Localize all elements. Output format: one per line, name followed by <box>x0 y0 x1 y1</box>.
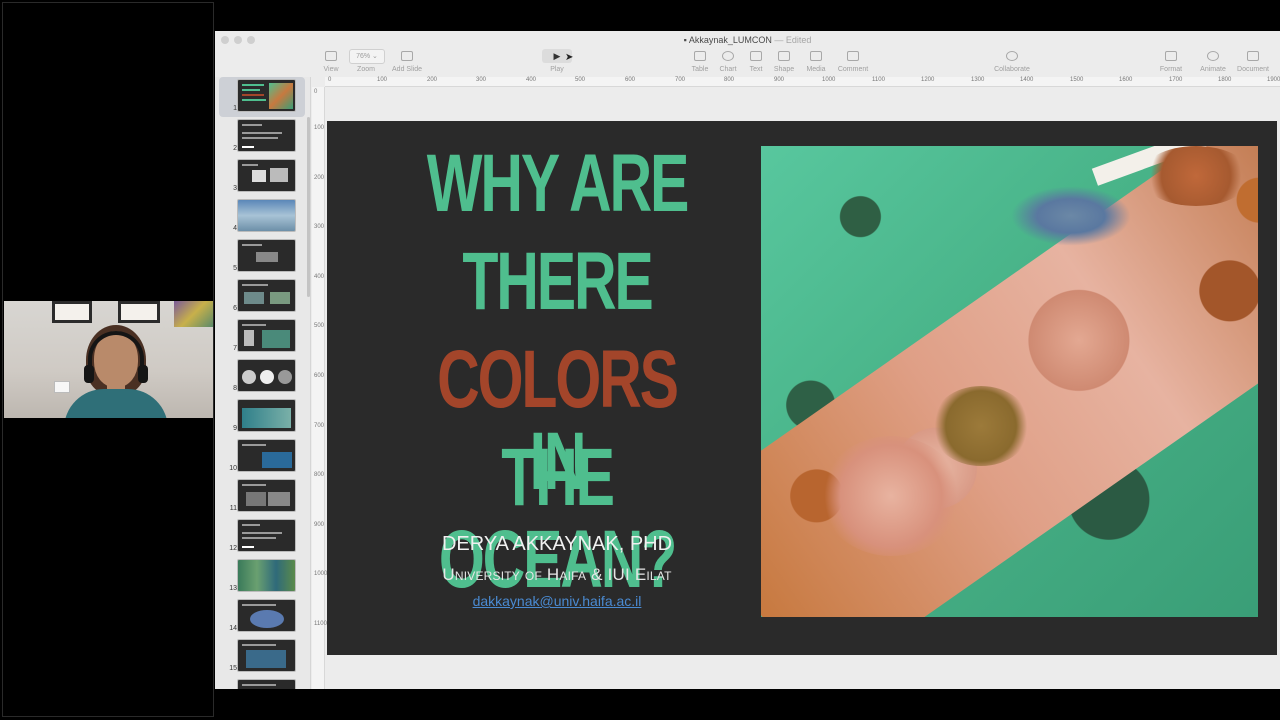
collaborate-icon <box>1006 51 1018 61</box>
slide-navigator[interactable]: 1 2 3 4 5 6 7 8 9 10 11 12 13 14 15 <box>215 77 311 689</box>
wall-frame-certificate <box>118 301 160 323</box>
document-icon <box>1247 51 1259 61</box>
window-titlebar: ▪ Akkaynak_LUMCON — Edited <box>683 35 812 45</box>
brain-coral <box>931 386 1031 466</box>
wall-outlet <box>54 381 70 393</box>
slide-title-line-2[interactable]: THERE <box>417 241 698 323</box>
speaker-name[interactable]: DERYA AKKAYNAK, PHD <box>362 533 752 556</box>
webcam-feed <box>4 301 213 418</box>
headset-earcup-left <box>84 365 94 383</box>
media-icon <box>810 51 822 61</box>
slide-canvas[interactable]: WHY ARE THERE COLORS IN THE OCEAN? DERYA… <box>327 121 1277 655</box>
slide-thumbnail-row[interactable]: 9 <box>215 397 310 437</box>
table-icon <box>694 51 706 61</box>
slide-thumbnail-row[interactable]: 13 <box>215 557 310 597</box>
headset-earcup-right <box>138 365 148 383</box>
brain-coral <box>821 436 961 556</box>
document-title: Akkaynak_LUMCON <box>688 35 772 45</box>
wall-painting <box>174 301 213 327</box>
add-slide-icon <box>401 51 413 61</box>
slide-thumbnail-row[interactable] <box>215 677 310 689</box>
title-highlight-word: COLORS <box>437 334 679 425</box>
slide-thumbnail[interactable] <box>237 359 296 392</box>
slide-thumbnail-row[interactable]: 3 <box>215 157 310 197</box>
horizontal-ruler: 0 100 200 300 400 500 600 700 800 900 10… <box>325 77 1280 87</box>
shape-icon <box>778 51 790 61</box>
slide-thumbnail[interactable] <box>237 239 296 272</box>
slide-title-line-1[interactable]: WHY ARE <box>417 143 698 225</box>
coral-reef-photo[interactable] <box>761 146 1258 617</box>
format-button[interactable]: Format <box>1149 49 1193 73</box>
wall-frame-certificate <box>52 301 92 323</box>
document-button[interactable]: Document <box>1231 49 1275 73</box>
slide-thumbnail[interactable] <box>237 519 296 552</box>
add-slide-button[interactable]: Add Slide <box>385 49 429 73</box>
slide-thumbnail[interactable] <box>237 319 296 352</box>
slide-thumbnail[interactable] <box>237 79 296 112</box>
slide-thumbnail[interactable] <box>237 439 296 472</box>
slide-thumbnail[interactable] <box>237 279 296 312</box>
play-icon: ▶ <box>553 51 561 61</box>
toolbar: View 76% ⌄ Zoom Add Slide ▶ Play ➤ Table… <box>215 49 1280 77</box>
slide-number: 1 <box>233 105 237 112</box>
slide-thumbnail-row[interactable]: 7 <box>215 317 310 357</box>
comment-button[interactable]: Comment <box>831 49 875 73</box>
slide-thumbnail[interactable] <box>237 559 296 592</box>
slide-thumbnail-row[interactable]: 15 <box>215 637 310 677</box>
zoom-label: Zoom <box>357 66 375 73</box>
reef-coral-band <box>761 146 1258 617</box>
comment-icon <box>847 51 859 61</box>
slide-thumbnail-row[interactable]: 11 <box>215 477 310 517</box>
edited-status: Edited <box>785 35 812 45</box>
slide-thumbnail-row[interactable]: 10 <box>215 437 310 477</box>
person-shirt <box>64 389 168 418</box>
animate-button[interactable]: Animate <box>1191 49 1235 73</box>
presentation-app-window: ▪ Akkaynak_LUMCON — Edited View 76% ⌄ Zo… <box>215 31 1280 689</box>
chart-icon <box>722 51 734 61</box>
speaker-email-link[interactable]: dakkaynak@univ.haifa.ac.il <box>362 593 752 609</box>
slide-thumbnail[interactable] <box>237 639 296 672</box>
slide-thumbnail[interactable] <box>237 599 296 632</box>
slide-thumbnail[interactable] <box>237 199 296 232</box>
slide-thumbnail-row[interactable]: 8 <box>215 357 310 397</box>
collaborate-button[interactable]: Collaborate <box>985 49 1039 73</box>
slide-thumbnail-row[interactable]: 1 <box>219 77 305 117</box>
animate-icon <box>1207 51 1219 61</box>
slide-thumbnail[interactable] <box>237 479 296 512</box>
slide-thumbnail-row[interactable]: 5 <box>215 237 310 277</box>
sidebar-icon <box>325 51 337 61</box>
slide-thumbnail-row[interactable]: 6 <box>215 277 310 317</box>
slide-thumbnail-row[interactable]: 12 <box>215 517 310 557</box>
vertical-ruler: 0 100 200 300 400 500 600 700 800 900 10… <box>312 87 327 689</box>
text-icon <box>750 51 762 61</box>
slide-thumbnail[interactable] <box>237 679 296 689</box>
coral-colony <box>1141 146 1251 206</box>
slide-thumbnail[interactable] <box>237 119 296 152</box>
slide-thumbnail-row[interactable]: 4 <box>215 197 310 237</box>
speaker-affiliation[interactable]: University of Haifa & IUI Eilat <box>362 565 752 585</box>
slide-thumbnail[interactable] <box>237 399 296 432</box>
mouse-cursor-icon: ➤ <box>565 52 574 63</box>
slide-thumbnail-row[interactable]: 14 <box>215 597 310 637</box>
sea-fan-coral <box>1011 186 1131 246</box>
chevron-down-icon: ⌄ <box>372 53 378 60</box>
slide-thumbnail[interactable] <box>237 159 296 192</box>
navigator-scrollbar[interactable] <box>307 117 310 297</box>
slide-thumbnail-row[interactable]: 2 <box>215 117 310 157</box>
format-icon <box>1165 51 1177 61</box>
